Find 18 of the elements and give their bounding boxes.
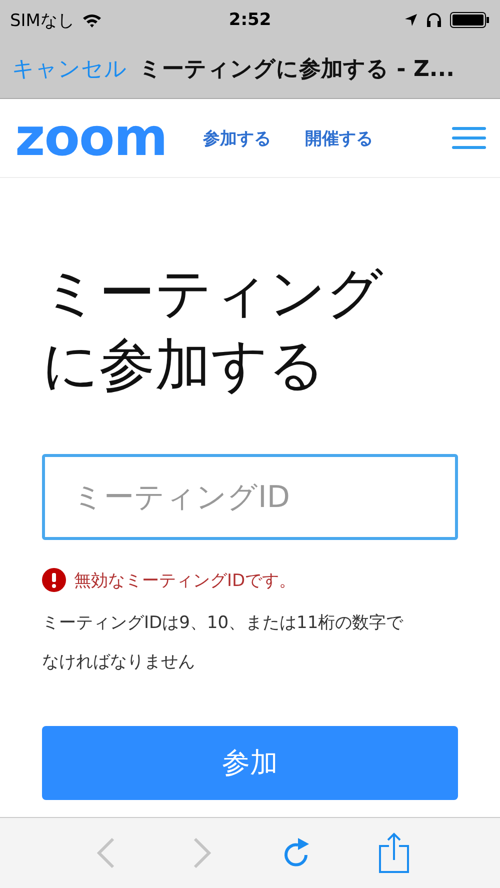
hint-text: ミーティングIDは9、10、または11桁の数字でなければなりません: [42, 612, 404, 674]
meeting-id-field[interactable]: ミーティングID: [42, 454, 458, 540]
logo[interactable]: zoom: [15, 112, 167, 164]
page-title: ミーティングに参加する - Z...: [139, 56, 454, 84]
page-heading: ミーティングに参加する: [42, 260, 384, 400]
nav-link[interactable]: 参加する: [202, 126, 271, 150]
error-icon: [42, 568, 66, 592]
clock-time: 2:52: [228, 10, 272, 30]
wifi-icon: [82, 12, 102, 28]
carrier-label: SIMなし: [10, 10, 74, 32]
location-icon: [404, 13, 418, 27]
menu-icon[interactable]: [452, 127, 486, 149]
headphones-icon: [426, 12, 442, 28]
battery-icon: [450, 12, 490, 28]
join-button[interactable]: 参加: [42, 726, 458, 800]
nav-link[interactable]: 開催する: [304, 126, 373, 150]
cancel-button[interactable]: キャンセル: [12, 54, 127, 84]
error-message: 無効なミーティングIDです。: [74, 570, 296, 592]
